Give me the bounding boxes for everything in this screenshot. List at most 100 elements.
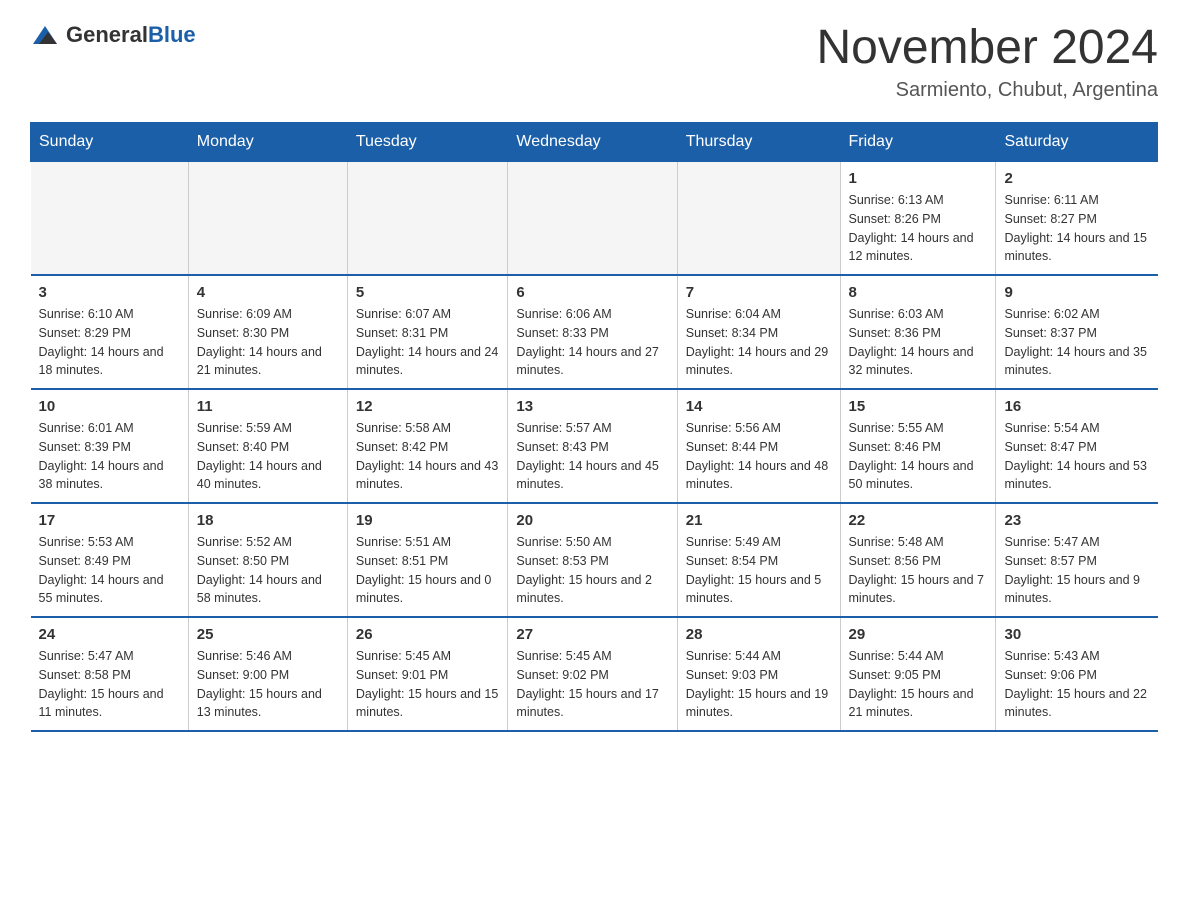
calendar-cell: 11 Sunrise: 5:59 AMSunset: 8:40 PMDayligh… xyxy=(188,389,347,503)
calendar-cell: 15Sunrise: 5:55 AMSunset: 8:46 PMDayligh… xyxy=(840,389,996,503)
day-number: 15 xyxy=(849,398,988,415)
day-info: Sunrise: 6:01 AMSunset: 8:39 PMDaylight:… xyxy=(39,419,180,494)
day-info: Sunrise: 6:07 AMSunset: 8:31 PMDaylight:… xyxy=(356,305,500,380)
logo: GeneralBlue xyxy=(30,20,196,50)
weekday-header-sunday: Sunday xyxy=(31,123,189,162)
day-info: Sunrise: 5:43 AMSunset: 9:06 PMDaylight:… xyxy=(1004,647,1149,722)
day-info: Sunrise: 5:54 AMSunset: 8:47 PMDaylight:… xyxy=(1004,419,1149,494)
location-text: Sarmiento, Chubut, Argentina xyxy=(816,79,1158,102)
day-info: Sunrise: 5:45 AMSunset: 9:02 PMDaylight:… xyxy=(516,647,668,722)
calendar-cell: 14 Sunrise: 5:56 AMSunset: 8:44 PMDayligh… xyxy=(677,389,840,503)
day-info: Sunrise: 5:44 AMSunset: 9:05 PMDaylight:… xyxy=(849,647,988,722)
calendar-cell: 9 Sunrise: 6:02 AMSunset: 8:37 PMDaylight… xyxy=(996,275,1158,389)
calendar-cell: 21 Sunrise: 5:49 AMSunset: 8:54 PMDayligh… xyxy=(677,503,840,617)
logo-icon xyxy=(30,20,60,50)
day-number: 4 xyxy=(197,284,339,301)
weekday-header-row: SundayMondayTuesdayWednesdayThursdayFrid… xyxy=(31,123,1158,162)
calendar-cell: 26 Sunrise: 5:45 AMSunset: 9:01 PMDayligh… xyxy=(347,617,508,731)
day-number: 2 xyxy=(1004,170,1149,187)
calendar-cell: 13Sunrise: 5:57 AMSunset: 8:43 PMDayligh… xyxy=(508,389,677,503)
day-number: 12 xyxy=(356,398,500,415)
day-info: Sunrise: 6:06 AMSunset: 8:33 PMDaylight:… xyxy=(516,305,668,380)
calendar-cell: 20 Sunrise: 5:50 AMSunset: 8:53 PMDayligh… xyxy=(508,503,677,617)
month-title: November 2024 xyxy=(816,20,1158,75)
day-info: Sunrise: 5:44 AMSunset: 9:03 PMDaylight:… xyxy=(686,647,832,722)
weekday-header-thursday: Thursday xyxy=(677,123,840,162)
logo-general-text: General xyxy=(66,22,148,47)
calendar-cell xyxy=(508,162,677,276)
day-info: Sunrise: 5:45 AMSunset: 9:01 PMDaylight:… xyxy=(356,647,500,722)
day-number: 16 xyxy=(1004,398,1149,415)
day-info: Sunrise: 5:46 AMSunset: 9:00 PMDaylight:… xyxy=(197,647,339,722)
day-number: 25 xyxy=(197,626,339,643)
day-number: 29 xyxy=(849,626,988,643)
calendar-cell: 2Sunrise: 6:11 AMSunset: 8:27 PMDaylight… xyxy=(996,162,1158,276)
calendar-cell xyxy=(677,162,840,276)
calendar-cell: 29 Sunrise: 5:44 AMSunset: 9:05 PMDayligh… xyxy=(840,617,996,731)
day-number: 27 xyxy=(516,626,668,643)
weekday-header-friday: Friday xyxy=(840,123,996,162)
calendar-cell: 16 Sunrise: 5:54 AMSunset: 8:47 PMDayligh… xyxy=(996,389,1158,503)
calendar-cell: 17 Sunrise: 5:53 AMSunset: 8:49 PMDayligh… xyxy=(31,503,189,617)
day-number: 18 xyxy=(197,512,339,529)
calendar-body: 1 Sunrise: 6:13 AMSunset: 8:26 PMDaylight… xyxy=(31,162,1158,732)
calendar-cell: 19Sunrise: 5:51 AMSunset: 8:51 PMDayligh… xyxy=(347,503,508,617)
calendar-cell: 28 Sunrise: 5:44 AMSunset: 9:03 PMDayligh… xyxy=(677,617,840,731)
day-number: 10 xyxy=(39,398,180,415)
day-number: 7 xyxy=(686,284,832,301)
day-number: 1 xyxy=(849,170,988,187)
day-info: Sunrise: 6:10 AMSunset: 8:29 PMDaylight:… xyxy=(39,305,180,380)
day-number: 8 xyxy=(849,284,988,301)
day-number: 11 xyxy=(197,398,339,415)
day-info: Sunrise: 5:47 AMSunset: 8:58 PMDaylight:… xyxy=(39,647,180,722)
calendar-cell: 4 Sunrise: 6:09 AMSunset: 8:30 PMDaylight… xyxy=(188,275,347,389)
day-info: Sunrise: 5:53 AMSunset: 8:49 PMDaylight:… xyxy=(39,533,180,608)
day-info: Sunrise: 5:56 AMSunset: 8:44 PMDaylight:… xyxy=(686,419,832,494)
weekday-header-wednesday: Wednesday xyxy=(508,123,677,162)
day-info: Sunrise: 5:52 AMSunset: 8:50 PMDaylight:… xyxy=(197,533,339,608)
day-number: 3 xyxy=(39,284,180,301)
day-number: 6 xyxy=(516,284,668,301)
calendar-cell xyxy=(188,162,347,276)
calendar-cell: 7Sunrise: 6:04 AMSunset: 8:34 PMDaylight… xyxy=(677,275,840,389)
logo-blue-text: Blue xyxy=(148,22,196,47)
day-number: 28 xyxy=(686,626,832,643)
day-number: 9 xyxy=(1004,284,1149,301)
day-info: Sunrise: 5:58 AMSunset: 8:42 PMDaylight:… xyxy=(356,419,500,494)
day-number: 14 xyxy=(686,398,832,415)
calendar-cell xyxy=(31,162,189,276)
day-info: Sunrise: 5:57 AMSunset: 8:43 PMDaylight:… xyxy=(516,419,668,494)
calendar-cell: 8 Sunrise: 6:03 AMSunset: 8:36 PMDaylight… xyxy=(840,275,996,389)
calendar-cell: 23 Sunrise: 5:47 AMSunset: 8:57 PMDayligh… xyxy=(996,503,1158,617)
calendar-cell: 25 Sunrise: 5:46 AMSunset: 9:00 PMDayligh… xyxy=(188,617,347,731)
day-number: 23 xyxy=(1004,512,1149,529)
day-info: Sunrise: 5:48 AMSunset: 8:56 PMDaylight:… xyxy=(849,533,988,608)
day-info: Sunrise: 6:02 AMSunset: 8:37 PMDaylight:… xyxy=(1004,305,1149,380)
day-number: 5 xyxy=(356,284,500,301)
day-info: Sunrise: 6:13 AMSunset: 8:26 PMDaylight:… xyxy=(849,191,988,266)
day-number: 26 xyxy=(356,626,500,643)
day-info: Sunrise: 5:49 AMSunset: 8:54 PMDaylight:… xyxy=(686,533,832,608)
calendar-header: SundayMondayTuesdayWednesdayThursdayFrid… xyxy=(31,123,1158,162)
day-info: Sunrise: 6:09 AMSunset: 8:30 PMDaylight:… xyxy=(197,305,339,380)
calendar-cell: 3 Sunrise: 6:10 AMSunset: 8:29 PMDaylight… xyxy=(31,275,189,389)
day-info: Sunrise: 5:47 AMSunset: 8:57 PMDaylight:… xyxy=(1004,533,1149,608)
calendar-week-row: 1 Sunrise: 6:13 AMSunset: 8:26 PMDaylight… xyxy=(31,162,1158,276)
calendar-week-row: 10 Sunrise: 6:01 AMSunset: 8:39 PMDayligh… xyxy=(31,389,1158,503)
day-number: 20 xyxy=(516,512,668,529)
calendar-cell: 1 Sunrise: 6:13 AMSunset: 8:26 PMDaylight… xyxy=(840,162,996,276)
title-area: November 2024 Sarmiento, Chubut, Argenti… xyxy=(816,20,1158,102)
day-info: Sunrise: 6:03 AMSunset: 8:36 PMDaylight:… xyxy=(849,305,988,380)
day-info: Sunrise: 5:51 AMSunset: 8:51 PMDaylight:… xyxy=(356,533,500,608)
calendar-cell: 18 Sunrise: 5:52 AMSunset: 8:50 PMDayligh… xyxy=(188,503,347,617)
calendar-cell xyxy=(347,162,508,276)
calendar-cell: 5 Sunrise: 6:07 AMSunset: 8:31 PMDaylight… xyxy=(347,275,508,389)
calendar-cell: 12 Sunrise: 5:58 AMSunset: 8:42 PMDayligh… xyxy=(347,389,508,503)
weekday-header-monday: Monday xyxy=(188,123,347,162)
day-number: 22 xyxy=(849,512,988,529)
day-number: 17 xyxy=(39,512,180,529)
day-number: 21 xyxy=(686,512,832,529)
day-info: Sunrise: 5:59 AMSunset: 8:40 PMDaylight:… xyxy=(197,419,339,494)
day-info: Sunrise: 5:50 AMSunset: 8:53 PMDaylight:… xyxy=(516,533,668,608)
calendar-cell: 10 Sunrise: 6:01 AMSunset: 8:39 PMDayligh… xyxy=(31,389,189,503)
